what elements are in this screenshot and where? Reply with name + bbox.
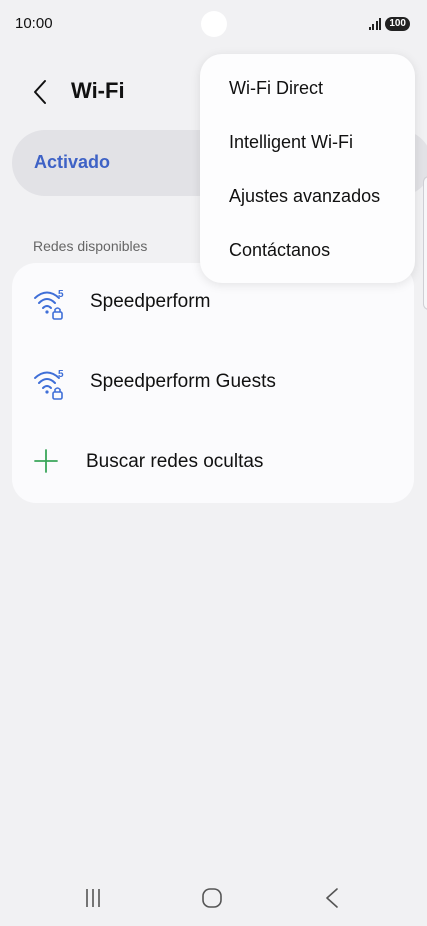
network-name: Speedperform (90, 291, 211, 312)
status-icons: 100 (368, 17, 410, 31)
overflow-menu: Wi-Fi Direct Intelligent Wi-Fi Ajustes a… (200, 54, 415, 283)
menu-item-wifi-direct[interactable]: Wi-Fi Direct (229, 78, 323, 99)
menu-item-advanced-settings[interactable]: Ajustes avanzados (229, 186, 380, 207)
svg-text:5: 5 (58, 369, 64, 380)
navigation-bar (0, 872, 427, 926)
home-icon[interactable] (202, 888, 222, 908)
back-icon[interactable] (324, 887, 340, 909)
signal-icon (368, 18, 382, 30)
status-bar: 10:00 100 (0, 0, 427, 52)
status-time: 10:00 (15, 15, 53, 32)
menu-item-contact-us[interactable]: Contáctanos (229, 240, 330, 261)
edge-panel-handle[interactable] (423, 176, 427, 310)
camera-cutout (201, 11, 227, 37)
menu-item-intelligent-wifi[interactable]: Intelligent Wi-Fi (229, 132, 353, 153)
search-hidden-networks-label: Buscar redes ocultas (86, 451, 264, 472)
network-item-speedperform-guests[interactable]: 5 Speedperform Guests (12, 343, 414, 423)
network-name: Speedperform Guests (90, 371, 276, 392)
plus-icon (34, 449, 58, 473)
battery-icon: 100 (385, 17, 410, 31)
wifi-5ghz-locked-icon: 5 (32, 285, 68, 321)
wifi-5ghz-locked-icon: 5 (32, 365, 68, 401)
recents-icon[interactable] (84, 888, 102, 908)
search-hidden-networks-button[interactable]: Buscar redes ocultas (12, 423, 414, 503)
network-list: 5 Speedperform 5 Speedperform Guests Bus… (12, 263, 414, 503)
chevron-left-icon[interactable] (30, 78, 52, 106)
available-networks-label: Redes disponibles (33, 238, 148, 254)
svg-text:5: 5 (58, 289, 64, 300)
page-title: Wi-Fi (71, 78, 125, 103)
toggle-status-label: Activado (34, 152, 111, 172)
